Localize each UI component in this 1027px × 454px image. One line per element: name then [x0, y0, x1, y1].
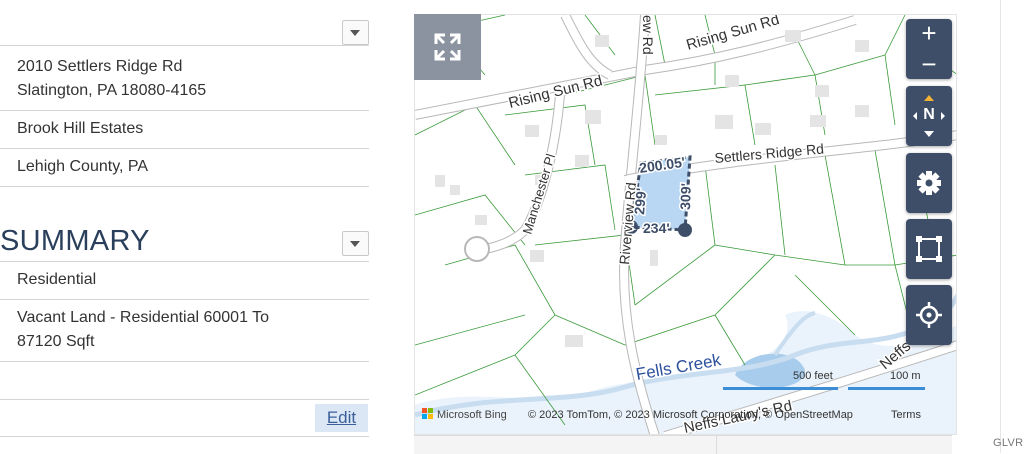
section-dropdown-button[interactable]: [342, 20, 369, 45]
zoom-controls: + −: [906, 19, 952, 79]
road-label-view-rd: ew Rd: [640, 15, 656, 55]
divider: [0, 436, 369, 437]
zoom-in-button[interactable]: +: [906, 19, 952, 49]
map-canvas[interactable]: Rising Sun Rd Rising Sun Rd ew Rd Manche…: [415, 15, 957, 435]
divider: [0, 261, 369, 262]
draw-area-button[interactable]: [906, 219, 952, 279]
divider: [0, 399, 369, 400]
map-terms-link[interactable]: Terms: [891, 409, 921, 421]
divider: [0, 299, 369, 300]
scale-meters: 100 m: [890, 370, 921, 382]
county-value: Lehigh County, PA: [17, 158, 149, 175]
compass-button[interactable]: N: [906, 86, 952, 146]
road-label-manchester: Manchester Pl: [520, 152, 559, 236]
map-bottom-bar: [414, 435, 952, 454]
glvr-mark: GLVR: [993, 437, 1024, 449]
property-subtype-line1: Vacant Land - Residential 60001 To: [17, 309, 270, 326]
divider: [0, 148, 369, 149]
map-settings-button[interactable]: [906, 153, 952, 213]
bing-brand: Microsoft Bing: [437, 409, 507, 421]
map-attribution: Microsoft Bing © 2023 TomTom, © 2023 Mic…: [422, 408, 921, 421]
divider: [0, 45, 369, 46]
divider: [0, 110, 369, 111]
divider: [0, 361, 369, 362]
property-subtype-line2: 87120 Sqft: [17, 333, 95, 350]
edit-button[interactable]: Edit: [315, 404, 368, 432]
expand-icon: [434, 33, 461, 61]
map-view[interactable]: Rising Sun Rd Rising Sun Rd ew Rd Manche…: [414, 14, 957, 435]
zoom-out-button[interactable]: −: [906, 49, 952, 79]
compass-north-label: N: [923, 106, 935, 123]
scale-bar-feet: [723, 387, 838, 390]
map-copyright: © 2023 TomTom, © 2023 Microsoft Corporat…: [528, 409, 853, 421]
dimension-left: 299': [631, 187, 649, 215]
property-type-value: Residential: [17, 271, 97, 288]
address-line1: 2010 Settlers Ridge Rd: [17, 58, 183, 75]
fullscreen-button[interactable]: [414, 14, 481, 80]
dimension-right: 309': [677, 183, 694, 210]
address-line2: Slatington, PA 18080-4165: [17, 82, 207, 99]
right-column-divider: [1000, 0, 1001, 453]
locate-button[interactable]: [906, 285, 952, 345]
scale-bar-meters: [848, 387, 925, 390]
divider: [716, 436, 717, 454]
select-area-icon: [916, 236, 942, 262]
lot-vertex-marker[interactable]: [678, 223, 692, 237]
crosshair-icon: [916, 302, 942, 328]
details-panel: 2010 Settlers Ridge Rd Slatington, PA 18…: [0, 0, 370, 453]
divider: [0, 186, 369, 187]
summary-heading: SUMMARY: [0, 225, 150, 257]
subdivision-value: Brook Hill Estates: [17, 120, 144, 137]
gear-icon: [917, 171, 941, 195]
summary-dropdown-button[interactable]: [342, 231, 369, 256]
dimension-bottom: 234': [643, 220, 670, 236]
scale-feet: 500 feet: [793, 370, 833, 382]
